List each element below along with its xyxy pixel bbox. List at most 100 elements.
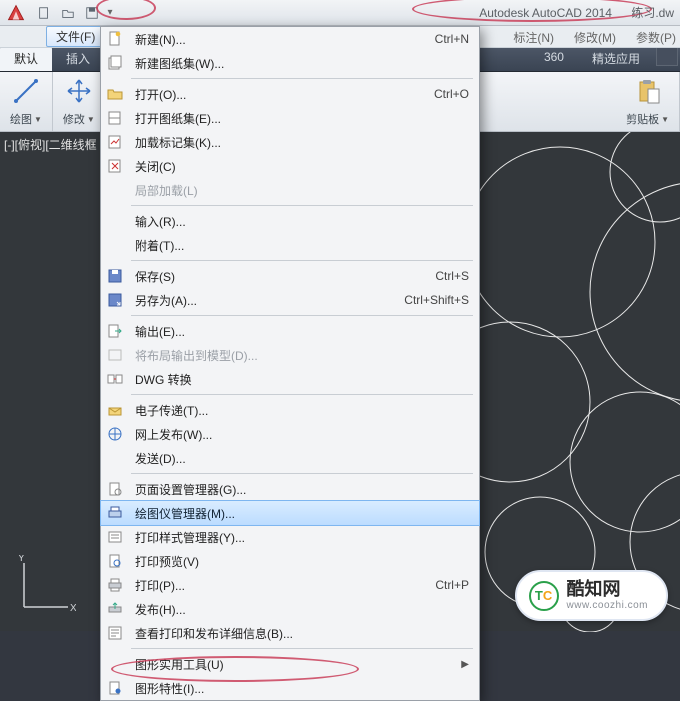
submenu-arrow-icon: ▶: [455, 659, 469, 670]
menu-item-label: 打印(P)...: [135, 577, 415, 594]
panel-clipboard-label: 剪贴板: [626, 111, 659, 127]
shortcut-label: Ctrl+Shift+S: [384, 293, 469, 307]
menu-item-saveas[interactable]: 另存为(A)... Ctrl+Shift+S: [101, 288, 479, 312]
menu-file[interactable]: 文件(F): [46, 26, 105, 47]
open-folder-icon: [101, 82, 129, 106]
menu-item-print[interactable]: 打印(P)... Ctrl+P: [101, 573, 479, 597]
menu-annotate[interactable]: 标注(N): [513, 29, 554, 46]
preview-icon: [101, 549, 129, 573]
menu-item-export[interactable]: 输出(E)...: [101, 319, 479, 343]
menu-item-dwg-convert[interactable]: DWG 转换: [101, 367, 479, 391]
menu-item-page-setup[interactable]: 页面设置管理器(G)...: [101, 477, 479, 501]
app-logo[interactable]: [0, 0, 32, 26]
menu-item-label: 打印预览(V): [135, 553, 469, 570]
save-icon: [101, 264, 129, 288]
menu-item-drawing-properties[interactable]: 图形特性(I)...: [101, 676, 479, 700]
menu-item-label: 新建(N)...: [135, 31, 415, 48]
menu-item-etransmit[interactable]: 电子传递(T)...: [101, 398, 479, 422]
new-file-icon: [101, 27, 129, 51]
menu-item-label: 打印样式管理器(Y)...: [135, 529, 469, 546]
product-name: Autodesk AutoCAD 2014: [479, 6, 612, 20]
close-icon: [101, 154, 129, 178]
menu-item-label: 图形特性(I)...: [135, 680, 469, 697]
qat-open-icon[interactable]: [56, 2, 80, 24]
ucs-icon: Y X: [16, 555, 76, 615]
menu-item-label: 绘图仪管理器(M)...: [135, 505, 469, 522]
menu-item-label: 发送(D)...: [135, 450, 469, 467]
watermark-name: 酷知网: [567, 580, 648, 600]
menu-item-label: 查看打印和发布详细信息(B)...: [135, 625, 469, 642]
menu-item-plot-style-manager[interactable]: 打印样式管理器(Y)...: [101, 525, 479, 549]
menu-item-label: 局部加载(L): [135, 182, 469, 199]
menu-item-label: 输出(E)...: [135, 323, 469, 340]
dwg-convert-icon: [101, 367, 129, 391]
panel-modify-label: 修改: [63, 111, 85, 127]
title-bar-text: Autodesk AutoCAD 2014 练习.dw: [479, 4, 674, 21]
menu-item-partial-load: 局部加载(L): [101, 178, 479, 202]
menu-item-drawing-utilities[interactable]: 图形实用工具(U) ▶: [101, 652, 479, 676]
line-icon: [11, 76, 41, 106]
page-setup-icon: [101, 477, 129, 501]
web-publish-icon: [101, 422, 129, 446]
menu-item-publish[interactable]: 发布(H)...: [101, 597, 479, 621]
menu-item-label: DWG 转换: [135, 371, 469, 388]
open-sheetset-icon: [101, 106, 129, 130]
menu-param[interactable]: 参数(P): [636, 29, 676, 46]
tab-insert[interactable]: 插入: [52, 46, 104, 71]
tab-default[interactable]: 默认: [0, 46, 52, 71]
menu-item-import[interactable]: 输入(R)...: [101, 209, 479, 233]
menu-item-open-sheetset[interactable]: 打开图纸集(E)...: [101, 106, 479, 130]
menu-item-close[interactable]: 关闭(C): [101, 154, 479, 178]
menu-item-label: 网上发布(W)...: [135, 426, 469, 443]
menu-item-send[interactable]: 发送(D)...: [101, 446, 479, 470]
watermark: TC 酷知网 www.coozhi.com: [515, 570, 668, 621]
menu-item-open[interactable]: 打开(O)... Ctrl+O: [101, 82, 479, 106]
shortcut-label: Ctrl+S: [415, 269, 469, 283]
menu-item-save[interactable]: 保存(S) Ctrl+S: [101, 264, 479, 288]
panel-draw[interactable]: 绘图▼: [0, 72, 53, 131]
shortcut-label: Ctrl+O: [414, 87, 469, 101]
menu-item-print-preview[interactable]: 打印预览(V): [101, 549, 479, 573]
menu-item-plotter-manager[interactable]: 绘图仪管理器(M)...: [101, 501, 479, 525]
menu-item-new[interactable]: 新建(N)... Ctrl+N: [101, 27, 479, 51]
details-icon: [101, 621, 129, 645]
menu-item-label: 输入(R)...: [135, 213, 469, 230]
menu-item-attach[interactable]: 附着(T)...: [101, 233, 479, 257]
etransmit-icon: [101, 398, 129, 422]
plot-style-icon: [101, 525, 129, 549]
qat-dropdown-icon[interactable]: ▾: [104, 7, 116, 18]
watermark-url: www.coozhi.com: [567, 600, 648, 611]
menu-item-new-sheetset[interactable]: 新建图纸集(W)...: [101, 51, 479, 75]
menu-item-load-markup[interactable]: 加载标记集(K)...: [101, 130, 479, 154]
qat-save-icon[interactable]: [80, 2, 104, 24]
ribbon-expand-icon[interactable]: [656, 46, 678, 66]
file-menu: 新建(N)... Ctrl+N 新建图纸集(W)... 打开(O)... Ctr…: [100, 26, 480, 701]
menu-item-label: 加载标记集(K)...: [135, 134, 469, 151]
qat-new-icon[interactable]: [32, 2, 56, 24]
paste-icon: [633, 76, 663, 106]
shortcut-label: Ctrl+N: [415, 32, 469, 46]
export-layout-icon: [101, 343, 129, 367]
tab-featured[interactable]: 精选应用: [578, 46, 654, 71]
markup-icon: [101, 130, 129, 154]
publish-icon: [101, 597, 129, 621]
document-name: 练习.dw: [631, 6, 674, 20]
menu-item-label: 新建图纸集(W)...: [135, 55, 469, 72]
menu-item-label: 另存为(A)...: [135, 292, 384, 309]
print-icon: [101, 573, 129, 597]
tab-360[interactable]: 360: [530, 46, 578, 71]
saveas-icon: [101, 288, 129, 312]
panel-clipboard[interactable]: 剪贴板▼: [616, 72, 680, 131]
menu-item-export-layout: 将布局输出到模型(D)...: [101, 343, 479, 367]
menu-item-view-plot-details[interactable]: 查看打印和发布详细信息(B)...: [101, 621, 479, 645]
panel-modify[interactable]: 修改▼: [53, 72, 106, 131]
move-icon: [64, 76, 94, 106]
menu-item-label: 附着(T)...: [135, 237, 469, 254]
menu-item-web-publish[interactable]: 网上发布(W)...: [101, 422, 479, 446]
menu-modify[interactable]: 修改(M): [574, 29, 616, 46]
menu-item-label: 打开图纸集(E)...: [135, 110, 469, 127]
sheetset-icon: [101, 51, 129, 75]
plotter-icon: [101, 501, 129, 525]
panel-draw-label: 绘图: [10, 111, 32, 127]
menu-item-label: 页面设置管理器(G)...: [135, 481, 469, 498]
